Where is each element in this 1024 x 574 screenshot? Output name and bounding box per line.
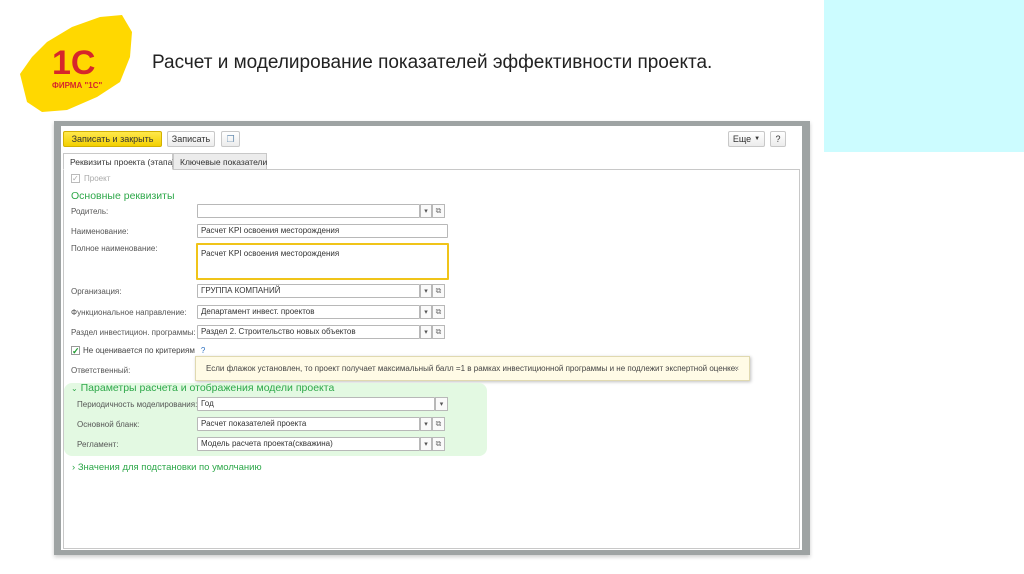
direction-label: Функциональное направление:: [71, 308, 187, 317]
tooltip: Если флажок установлен, то проект получа…: [195, 356, 750, 381]
section-label: Раздел инвестицион. программы:: [71, 328, 196, 337]
open-link-icon: ⧉: [435, 307, 442, 316]
parent-open-button[interactable]: ⧉: [432, 204, 445, 218]
organization-label: Организация:: [71, 287, 122, 296]
organization-dropdown-button[interactable]: ▾: [420, 284, 432, 298]
direction-open-button[interactable]: ⧉: [432, 305, 445, 319]
project-checkbox-label: Проект: [84, 174, 111, 183]
organization-open-button[interactable]: ⧉: [432, 284, 445, 298]
chevron-down-icon: ⌄: [71, 384, 78, 393]
params-group-title: Параметры расчета и отображения модели п…: [80, 382, 335, 394]
not-evaluated-checkbox[interactable]: ✓ Не оценивается по критериям ?: [71, 346, 205, 356]
periodicity-label: Периодичность моделирования:: [77, 400, 198, 409]
open-link-icon: ⧉: [435, 419, 442, 428]
more-button[interactable]: Еще ▼: [728, 131, 765, 147]
periodicity-dropdown-button[interactable]: ▾: [435, 397, 448, 411]
svg-text:1С: 1С: [52, 44, 95, 82]
regulation-field[interactable]: Модель расчета проекта(скважина): [197, 437, 420, 451]
copy-documents-icon: ❐: [226, 133, 235, 144]
full-name-textarea[interactable]: Расчет KPI освоения месторождения: [196, 243, 449, 280]
tab-project-details[interactable]: Реквизиты проекта (этапа): [63, 153, 175, 170]
open-link-icon: ⧉: [435, 206, 442, 215]
main-form-field[interactable]: Расчет показателей проекта: [197, 417, 420, 431]
svg-text:ФИРМА "1С": ФИРМА "1С": [52, 81, 102, 90]
main-form-dropdown-button[interactable]: ▾: [420, 417, 432, 431]
organization-field[interactable]: ГРУППА КОМПАНИЙ: [197, 284, 420, 298]
chevron-right-icon: ›: [72, 462, 76, 473]
slide-title: Расчет и моделирование показателей эффек…: [152, 52, 713, 73]
help-question-icon[interactable]: ?: [201, 346, 205, 355]
save-and-close-button[interactable]: Записать и закрыть: [63, 131, 162, 147]
defaults-group-title: Значения для подстановки по умолчанию: [77, 462, 262, 473]
periodicity-field[interactable]: Год: [197, 397, 435, 411]
full-name-label: Полное наименование:: [71, 244, 158, 253]
checkmark-icon: ✓: [71, 346, 80, 356]
section-main-heading: Основные реквизиты: [71, 190, 175, 202]
open-link-icon: ⧉: [435, 439, 442, 448]
not-evaluated-label: Не оценивается по критериям: [83, 346, 195, 355]
regulation-label: Регламент:: [77, 440, 119, 449]
parent-label: Родитель:: [71, 207, 109, 216]
decorative-cyan-block: [824, 0, 1024, 152]
main-form-label: Основной бланк:: [77, 420, 140, 429]
direction-dropdown-button[interactable]: ▾: [420, 305, 432, 319]
parent-dropdown-button[interactable]: ▾: [420, 204, 432, 218]
responsible-label: Ответственный:: [71, 366, 131, 375]
chevron-down-icon: ▼: [754, 136, 761, 142]
section-dropdown-button[interactable]: ▾: [420, 325, 432, 339]
save-button[interactable]: Записать: [167, 131, 215, 147]
copy-button[interactable]: ❐: [221, 131, 240, 147]
section-field[interactable]: Раздел 2. Строительство новых объектов: [197, 325, 420, 339]
name-label: Наименование:: [71, 227, 129, 236]
regulation-open-button[interactable]: ⧉: [432, 437, 445, 451]
project-checkbox[interactable]: ✓ Проект: [71, 174, 110, 183]
open-link-icon: ⧉: [435, 286, 442, 295]
parent-field[interactable]: [197, 204, 420, 218]
open-link-icon: ⧉: [435, 327, 442, 336]
checkmark-icon: ✓: [71, 174, 80, 183]
1c-logo: 1С ФИРМА "1С": [12, 12, 142, 117]
tooltip-text: Если флажок установлен, то проект получа…: [206, 364, 738, 373]
main-form-open-button[interactable]: ⧉: [432, 417, 445, 431]
params-group-header[interactable]: ⌄ Параметры расчета и отображения модели…: [71, 382, 334, 394]
name-field[interactable]: Расчет KPI освоения месторождения: [197, 224, 448, 238]
help-button[interactable]: ?: [770, 131, 786, 147]
tab-key-indicators[interactable]: Ключевые показатели: [173, 153, 267, 170]
regulation-dropdown-button[interactable]: ▾: [420, 437, 432, 451]
tooltip-close-icon[interactable]: ×: [734, 364, 739, 373]
section-open-button[interactable]: ⧉: [432, 325, 445, 339]
direction-field[interactable]: Департамент инвест. проектов: [197, 305, 420, 319]
defaults-group-header[interactable]: › Значения для подстановки по умолчанию: [72, 462, 262, 473]
more-label: Еще: [732, 134, 752, 144]
